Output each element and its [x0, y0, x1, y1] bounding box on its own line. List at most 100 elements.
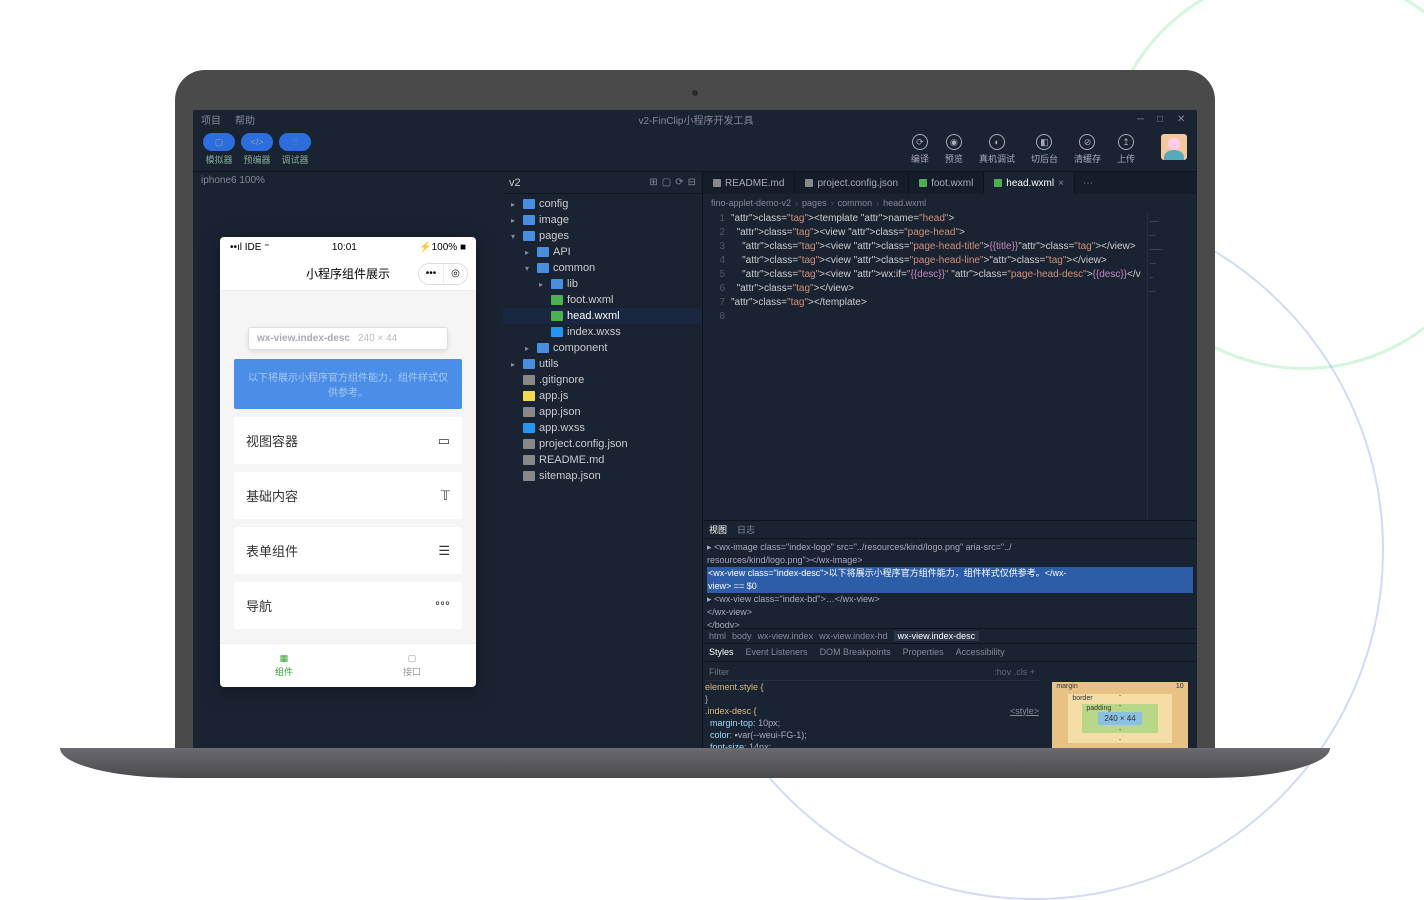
devtools-tab-log[interactable]: 日志 [737, 523, 755, 536]
project-root: v2 [509, 177, 521, 189]
list-item[interactable]: 表单组件☰ [234, 527, 462, 574]
editor-panel: README.mdproject.config.jsonfoot.wxmlhea… [703, 172, 1197, 750]
capsule-more-icon[interactable]: ••• [419, 264, 443, 284]
tree-node[interactable]: head.wxml [503, 308, 702, 324]
avatar[interactable] [1161, 134, 1187, 160]
action-preview[interactable]: ◉预览 [945, 134, 963, 165]
crumb-item[interactable]: common [838, 198, 873, 208]
refresh-icon[interactable]: ⟳ [675, 177, 683, 188]
tree-node[interactable]: sitemap.json [503, 468, 702, 484]
editor-tab[interactable]: head.wxml× [984, 172, 1075, 194]
tree-node[interactable]: ▾common [503, 260, 702, 276]
tab-event-listeners[interactable]: Event Listeners [746, 647, 808, 657]
app-window: 项目 帮助 v2-FinClip小程序开发工具 ─ □ ✕ ▢模拟器 </>预编… [193, 110, 1197, 750]
mode-debugger[interactable]: ⫶⫶调试器 [279, 133, 311, 166]
tab-dom-breakpoints[interactable]: DOM Breakpoints [820, 647, 891, 657]
dom-crumb-item[interactable]: wx-view.index-hd [819, 631, 888, 641]
list-item[interactable]: 基础内容𝕋 [234, 472, 462, 519]
box-model: margin 10 border - padding - 240 × 44 - [1045, 664, 1195, 751]
maximize-icon[interactable]: □ [1157, 114, 1169, 124]
tree-node[interactable]: ▸component [503, 340, 702, 356]
tree-node[interactable]: foot.wxml [503, 292, 702, 308]
capsule-close-icon[interactable]: ◎ [443, 264, 467, 284]
dom-crumb-item[interactable]: wx-view.index [758, 631, 814, 641]
editor-tab[interactable]: project.config.json [795, 172, 909, 194]
editor-tab[interactable]: README.md [703, 172, 795, 194]
tree-node[interactable]: ▸config [503, 196, 702, 212]
status-battery: ⚡100% ■ [419, 242, 466, 253]
phone-tabbar: ▦组件 ▢接口 [220, 643, 476, 687]
tabs-more-icon[interactable]: ⋯ [1075, 172, 1101, 194]
dom-crumb-item[interactable]: wx-view.index-desc [894, 631, 980, 641]
laptop-frame: 项目 帮助 v2-FinClip小程序开发工具 ─ □ ✕ ▢模拟器 </>预编… [175, 70, 1215, 760]
mode-editor[interactable]: </>预编器 [241, 133, 273, 166]
mode-simulator[interactable]: ▢模拟器 [203, 133, 235, 166]
crumb-item[interactable]: pages [802, 198, 827, 208]
tree-node[interactable]: project.config.json [503, 436, 702, 452]
code-lines[interactable]: "attr">class="tag"><template "attr">name… [731, 212, 1147, 520]
tree-node[interactable]: ▾pages [503, 228, 702, 244]
menu-help[interactable]: 帮助 [235, 112, 255, 127]
action-background[interactable]: ◧切后台 [1031, 134, 1058, 165]
bm-margin-label: margin [1056, 683, 1077, 690]
nav-icon: ᐤᐤᐤ [435, 598, 450, 614]
list-item[interactable]: 视图容器▭ [234, 417, 462, 464]
new-folder-icon[interactable]: ▢ [662, 177, 671, 188]
status-time: 10:01 [332, 242, 357, 253]
list-item[interactable]: 导航ᐤᐤᐤ [234, 582, 462, 629]
styles-body: :hov .cls + element.style {}.index-desc … [703, 662, 1197, 751]
new-file-icon[interactable]: ⊞ [649, 177, 657, 188]
bm-padding-label: padding [1086, 705, 1111, 712]
tab-component[interactable]: ▦组件 [220, 644, 348, 687]
window-controls: ─ □ ✕ [1137, 114, 1189, 124]
phone-frame: ••ıl IDE ⁼ 10:01 ⚡100% ■ 小程序组件展示 ••• ◎ [220, 237, 476, 687]
filter-actions[interactable]: :hov .cls + [994, 666, 1035, 678]
tab-accessibility[interactable]: Accessibility [956, 647, 1005, 657]
styles-tabs: Styles Event Listeners DOM Breakpoints P… [703, 644, 1197, 662]
action-upload[interactable]: ↥上传 [1117, 134, 1135, 165]
laptop-base [60, 748, 1330, 778]
devtools-tab-dom[interactable]: 视图 [709, 523, 727, 536]
action-remote-debug[interactable]: ◐真机调试 [979, 134, 1015, 165]
bm-content: 240 × 44 [1098, 712, 1141, 725]
minimize-icon[interactable]: ─ [1137, 114, 1149, 124]
main-area: iphone6 100% ••ıl IDE ⁼ 10:01 ⚡100% ■ 小程… [193, 172, 1197, 750]
styles-list[interactable]: :hov .cls + element.style {}.index-desc … [705, 664, 1039, 749]
crumb-item[interactable]: fino-applet-demo-v2 [711, 198, 791, 208]
tree-node[interactable]: README.md [503, 452, 702, 468]
tab-styles[interactable]: Styles [709, 647, 734, 657]
styles-filter: :hov .cls + [705, 664, 1039, 681]
tree-node[interactable]: ▸image [503, 212, 702, 228]
bm-border-label: border [1072, 695, 1092, 702]
dom-crumb-item[interactable]: body [732, 631, 752, 641]
tree-node[interactable]: app.js [503, 388, 702, 404]
tree-node[interactable]: .gitignore [503, 372, 702, 388]
filter-input[interactable] [709, 666, 994, 678]
editor-tab[interactable]: foot.wxml [909, 172, 984, 194]
file-tree: ▸config▸image▾pages▸API▾common▸libfoot.w… [503, 194, 702, 486]
devtools: 视图 日志 ▸ <wx-image class="index-logo" src… [703, 520, 1197, 750]
dom-pane[interactable]: ▸ <wx-image class="index-logo" src="../r… [703, 539, 1197, 628]
dom-breadcrumb: html body wx-view.index wx-view.index-hd wx-… [703, 628, 1197, 644]
devtools-mode-tabs: 视图 日志 [703, 521, 1197, 539]
menu-project[interactable]: 项目 [201, 112, 221, 127]
tree-node[interactable]: ▸lib [503, 276, 702, 292]
crumb-item[interactable]: head.wxml [883, 198, 926, 208]
component-tab-icon: ▦ [280, 653, 289, 664]
collapse-icon[interactable]: ⊟ [688, 177, 696, 188]
close-icon[interactable]: ✕ [1177, 114, 1189, 124]
tree-node[interactable]: index.wxss [503, 324, 702, 340]
minimap[interactable]: ▬▬▬▬▬▬▬▬▬▬▬▬▬▬ [1147, 212, 1197, 520]
code-editor[interactable]: 12345678 "attr">class="tag"><template "a… [703, 212, 1197, 520]
api-tab-icon: ▢ [408, 653, 417, 664]
dom-crumb-item[interactable]: html [709, 631, 726, 641]
bm-margin-top: 10 [1176, 683, 1184, 690]
tree-node[interactable]: ▸utils [503, 356, 702, 372]
action-clear-cache[interactable]: ⊘清缓存 [1074, 134, 1101, 165]
tab-api[interactable]: ▢接口 [348, 644, 476, 687]
tab-properties[interactable]: Properties [903, 647, 944, 657]
tree-node[interactable]: app.wxss [503, 420, 702, 436]
action-compile[interactable]: ⟳编译 [911, 134, 929, 165]
tree-node[interactable]: app.json [503, 404, 702, 420]
tree-node[interactable]: ▸API [503, 244, 702, 260]
